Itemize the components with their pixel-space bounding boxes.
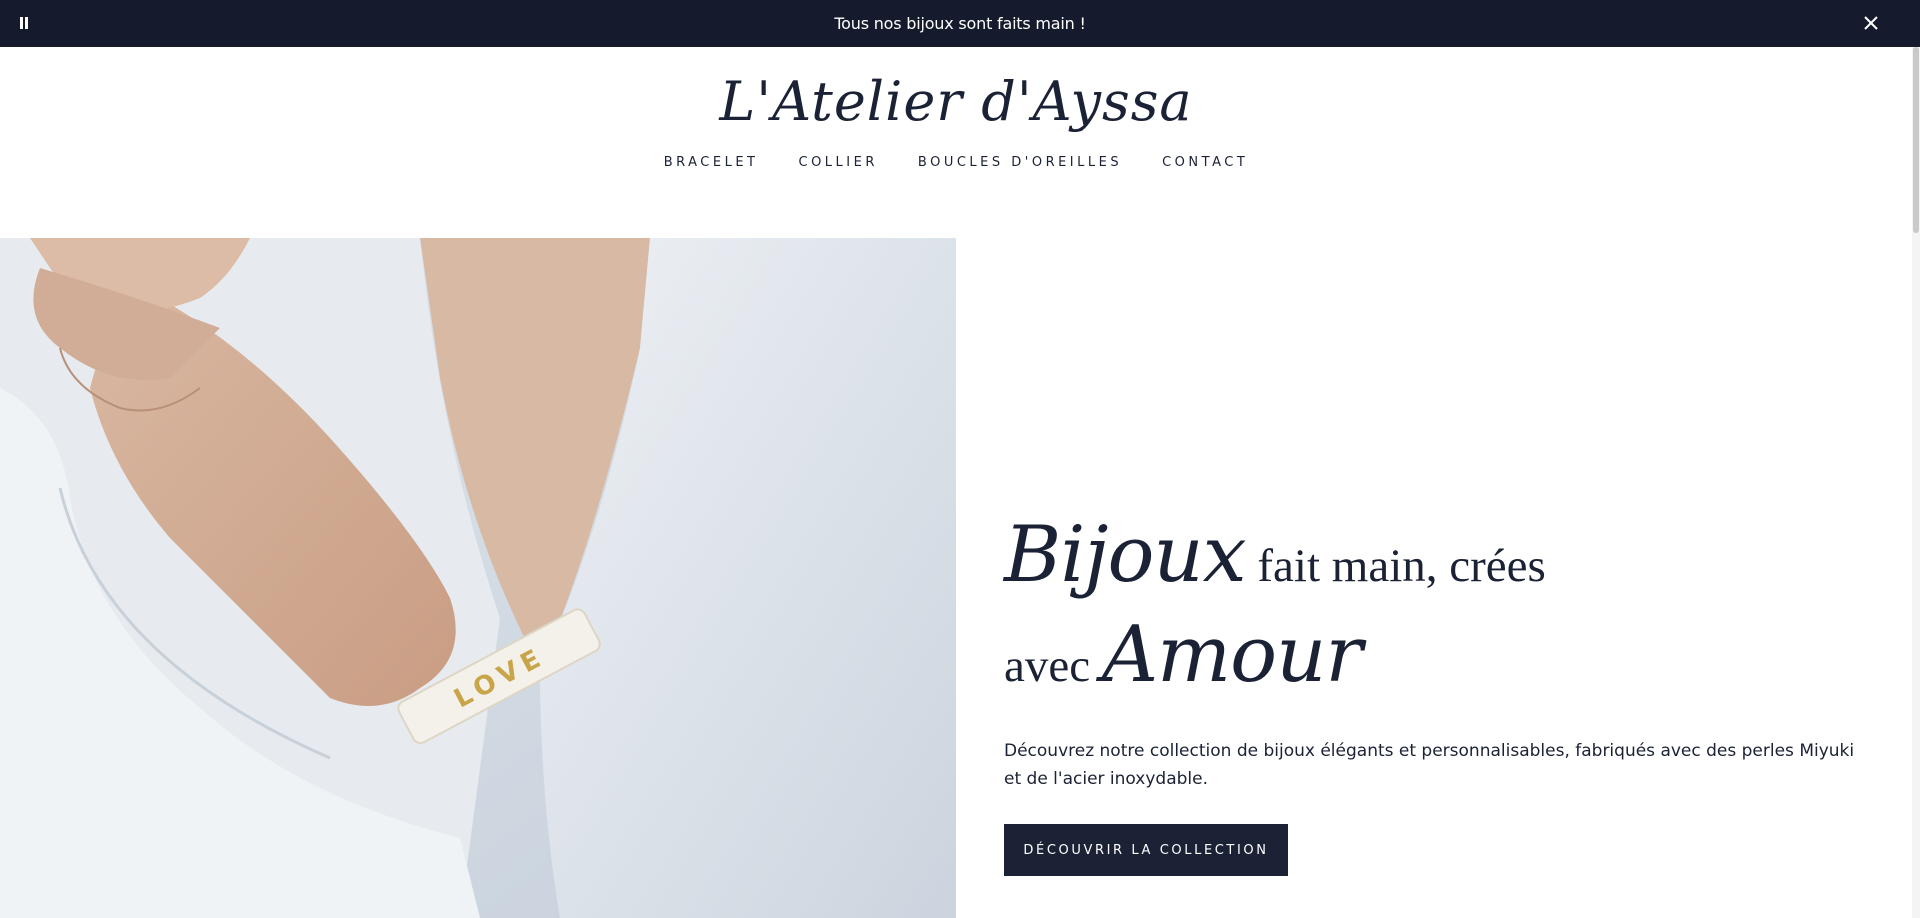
pause-icon[interactable] (19, 17, 29, 29)
hero-description: Découvrez notre collection de bijoux élé… (1004, 741, 1855, 789)
hero-image: LOVE (0, 238, 956, 918)
site-logo[interactable]: L'Atelier d'Ayssa (0, 67, 1912, 137)
nav-item-collier[interactable]: COLLIER (799, 155, 878, 170)
headline-word-amour: Amour (1101, 610, 1363, 700)
page-scrollbar[interactable] (1912, 47, 1920, 918)
discover-collection-button[interactable]: DÉCOUVRIR LA COLLECTION (1004, 824, 1288, 876)
site-header: L'Atelier d'Ayssa BRACELET COLLIER BOUCL… (0, 47, 1912, 238)
nav-item-bracelet[interactable]: BRACELET (664, 155, 759, 170)
nav-item-boucles-oreilles[interactable]: BOUCLES D'OREILLES (918, 155, 1122, 170)
headline-word-bijoux: Bijoux (1004, 510, 1247, 600)
close-icon[interactable] (1858, 10, 1884, 36)
announcement-text: Tous nos bijoux sont faits main ! (834, 14, 1086, 33)
headline-text-1: fait main, crées (1245, 540, 1546, 592)
main-nav: BRACELET COLLIER BOUCLES D'OREILLES CONT… (0, 155, 1912, 170)
headline-text-2: avec (1004, 640, 1102, 692)
announcement-bar: Tous nos bijoux sont faits main ! (0, 0, 1920, 47)
nav-item-contact[interactable]: CONTACT (1162, 155, 1248, 170)
scrollbar-thumb[interactable] (1913, 47, 1919, 233)
